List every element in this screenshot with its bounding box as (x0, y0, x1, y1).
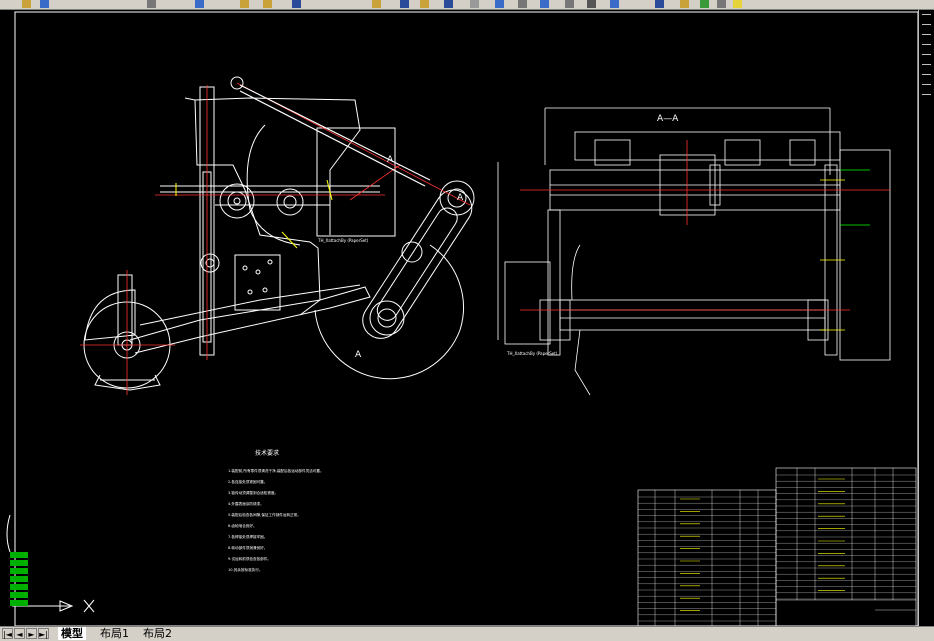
pan-icon[interactable] (372, 0, 381, 8)
save-icon[interactable] (40, 0, 49, 8)
note-line: 2.各连接处须紧固可靠。 (228, 479, 267, 484)
note-line: 6.齿轮啮合良好。 (228, 523, 257, 528)
section-marker-right: A (457, 193, 464, 203)
open-icon[interactable] (22, 0, 31, 8)
nav-prev-button[interactable]: ◄ (14, 628, 25, 639)
tool-palette-icon[interactable] (518, 0, 527, 8)
note-line: 10.其余按标准执行。 (228, 567, 262, 572)
tab-model[interactable]: 模型 (58, 627, 86, 640)
linetype-icon[interactable] (717, 0, 726, 8)
nav-last-button[interactable]: ►| (38, 628, 49, 639)
nav-first-button[interactable]: |◄ (2, 628, 13, 639)
note-line: 5.装配后检查各间隙,保证工作部件运转正常。 (228, 512, 301, 517)
design-center-icon[interactable] (495, 0, 504, 8)
center-lines (80, 82, 471, 395)
vertical-scrollbar[interactable] (918, 10, 934, 627)
layer-icon[interactable] (655, 0, 664, 8)
leader-text-1: TH_XattachBy (PaperSet) (317, 238, 369, 243)
section-marker-left: A (387, 155, 394, 165)
undo-icon[interactable] (292, 0, 301, 8)
nav-next-button[interactable]: ► (26, 628, 37, 639)
cad-drawing: A A A TH_XattachBy (PaperSet) A—A TH_Xat… (6, 11, 919, 627)
view-marker-bottom: A (355, 350, 362, 360)
layer-state-icon[interactable] (680, 0, 689, 8)
print-icon[interactable] (147, 0, 156, 8)
leader-text-2: TH_XattachBy (PaperSet) (506, 351, 558, 356)
notes-title: 技术要求 (255, 449, 279, 457)
sheet-set-icon[interactable] (540, 0, 549, 8)
layer-swatches (10, 552, 28, 606)
note-line: 8.转动部件须润滑良好。 (228, 545, 267, 550)
notes-block: 1.装配前,所有零件须清洗干净,装配后各运动部件灵活可靠。 2.各连接处须紧固可… (228, 468, 324, 572)
properties-icon[interactable] (470, 0, 479, 8)
toolbar (0, 0, 934, 10)
calculator-icon[interactable] (587, 0, 596, 8)
drawing-frame (14, 11, 919, 627)
side-view (83, 76, 475, 391)
lightbulb-icon[interactable] (733, 0, 742, 8)
section-label: A—A (657, 114, 679, 124)
copy-icon[interactable] (240, 0, 249, 8)
drawing-canvas[interactable]: A A A TH_XattachBy (PaperSet) A—A TH_Xat… (0, 10, 919, 627)
zoom-window-icon[interactable] (420, 0, 429, 8)
zoom-previous-icon[interactable] (444, 0, 453, 8)
note-line: 1.装配前,所有零件须清洗干净,装配后各运动部件灵活可靠。 (228, 468, 324, 473)
note-line: 3.链传动须调整到合适松紧度。 (228, 490, 278, 495)
cut-icon[interactable] (195, 0, 204, 8)
note-line: 9.试运转前须检查各部件。 (228, 556, 271, 561)
zoom-icon[interactable] (400, 0, 409, 8)
note-line: 7.各焊接处须焊接牢固。 (228, 534, 267, 539)
paste-icon[interactable] (263, 0, 272, 8)
markup-icon[interactable] (565, 0, 574, 8)
color-icon[interactable] (700, 0, 709, 8)
help-icon[interactable] (610, 0, 619, 8)
tab-layout2[interactable]: 布局2 (140, 627, 175, 640)
tab-layout1[interactable]: 布局1 (97, 627, 132, 640)
note-line: 4.外露表面涂防锈漆。 (228, 501, 264, 506)
layout-tab-bar: |◄ ◄ ► ►| 模型 布局1 布局2 (0, 626, 934, 641)
